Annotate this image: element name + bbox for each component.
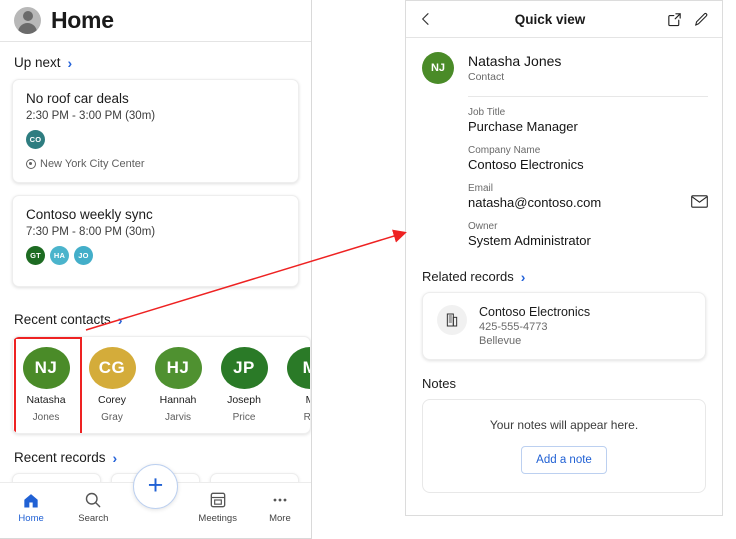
contact-item-natasha-jones[interactable]: NJ Natasha Jones [13,337,82,433]
nav-item-more[interactable]: More [249,490,311,524]
person-avatar-icon[interactable] [14,7,41,34]
location-pin-icon [26,159,36,169]
field-value: System Administrator [468,233,591,248]
field-job-title: Job Title Purchase Manager [468,107,708,134]
create-new-button[interactable]: + [133,464,178,509]
nav-item-meetings[interactable]: Meetings [187,490,249,524]
contact-last-name: Ro [303,412,311,423]
field-label: Job Title [468,107,506,118]
screenshot-stage: Home Up next › No roof car deals 2:30 PM… [0,0,736,539]
contact-first-name: Hannah [159,394,197,407]
up-next-label: Up next [14,55,61,70]
contact-name: Natasha Jones [468,53,562,69]
add-note-button[interactable]: Add a note [521,446,607,474]
meeting-time: 2:30 PM - 3:00 PM (30m) [26,110,156,122]
nav-label-search: Search [78,513,109,524]
field-value: Purchase Manager [468,119,578,134]
related-record-card[interactable]: Contoso Electronics 425-555-4773 Bellevu… [422,292,706,360]
building-icon [437,305,467,335]
chevron-left-icon[interactable] [418,11,434,27]
recent-records-label: Recent records [14,450,106,465]
home-screen-panel: Home Up next › No roof car deals 2:30 PM… [0,0,312,539]
related-record-phone: 425-555-4773 [479,321,548,333]
nav-item-home[interactable]: Home [0,490,62,524]
field-email: Email natasha@contoso.com [468,183,708,210]
related-record-title: Contoso Electronics [479,305,591,319]
contact-last-name: Price [232,412,256,423]
meeting-title: No roof car deals [26,91,129,106]
contact-avatar: M [286,347,310,390]
contact-first-name: Natasha [26,394,66,407]
more-icon [273,498,287,502]
page-title: Home [51,7,114,33]
field-label: Company Name [468,145,541,156]
contact-last-name: Gray [101,412,123,423]
open-in-new-icon[interactable] [666,11,683,28]
field-owner: Owner System Administrator [468,221,708,248]
contact-entity-type: Contact [468,71,505,84]
field-company-name: Company Name Contoso Electronics [468,145,708,172]
contact-first-name: M [306,394,310,407]
chevron-right-icon: › [117,311,123,328]
quick-view-header: Quick view [406,1,722,38]
field-value: natasha@contoso.com [468,195,602,210]
meeting-location-label: New York City Center [40,158,145,170]
contact-summary: NJ Natasha Jones Contact [406,38,722,96]
notes-empty-state: Your notes will appear here. Add a note [422,399,706,493]
recent-contacts-label: Recent contacts [14,312,111,327]
contact-avatar: JP [220,347,268,390]
chevron-right-icon: › [67,54,73,71]
meeting-card[interactable]: Contoso weekly sync 7:30 PM - 8:00 PM (3… [12,195,299,287]
chevron-right-icon: › [520,268,526,285]
nav-label-meetings: Meetings [198,513,237,524]
contact-first-name: Joseph [227,394,261,407]
notes-empty-text: Your notes will appear here. [489,418,639,432]
section-header-up-next[interactable]: Up next › [0,42,311,79]
contact-item-joseph-price[interactable]: JP Joseph Price [211,347,277,424]
home-header: Home [0,0,311,42]
nav-label-home: Home [18,513,44,524]
recent-contacts-strip: NJ Natasha Jones CG Corey Gray HJ Hannah… [12,336,311,434]
contact-avatar: CG [88,347,136,390]
meeting-card[interactable]: No roof car deals 2:30 PM - 3:00 PM (30m… [12,79,299,183]
section-header-notes: Notes [422,376,456,391]
contact-first-name: Corey [97,394,126,407]
contact-item-hannah-jarvis[interactable]: HJ Hannah Jarvis [145,347,211,424]
contact-avatar: NJ [422,52,454,84]
contact-avatar: HJ [154,347,202,390]
chevron-right-icon: › [112,449,118,466]
meeting-title: Contoso weekly sync [26,207,153,222]
home-icon [24,494,38,508]
field-label: Owner [468,221,498,232]
quick-view-body: NJ Natasha Jones Contact Job Title Purch… [406,38,722,493]
quick-view-panel: Quick view NJ Natasha Jones Contact Job … [405,0,723,516]
related-records-label: Related records [422,269,514,284]
field-value: Contoso Electronics [468,157,584,172]
contact-avatar: NJ [22,347,70,390]
pencil-edit-icon[interactable] [693,11,710,28]
search-icon [86,492,101,508]
contact-last-name: Jones [32,412,60,423]
field-label: Email [468,183,494,194]
section-header-related-records[interactable]: Related records › [406,259,722,292]
meeting-location: New York City Center [26,158,285,170]
nav-item-search[interactable]: Search [62,490,124,524]
section-header-recent-contacts[interactable]: Recent contacts › [0,299,311,336]
attendee-list: GT HA JO [26,246,285,265]
contact-item-partial[interactable]: M M Ro [277,347,311,424]
attendee-avatar[interactable]: HA [50,246,69,265]
attendee-avatar[interactable]: JO [74,246,93,265]
contact-fields: Job Title Purchase Manager Company Name … [468,96,708,248]
quick-view-title: Quick view [514,11,586,27]
meeting-time: 7:30 PM - 8:00 PM (30m) [26,226,156,238]
attendee-avatar[interactable]: CO [26,130,45,149]
contact-item-corey-gray[interactable]: CG Corey Gray [79,347,145,424]
contact-last-name: Jarvis [164,412,192,423]
envelope-icon[interactable] [691,195,708,208]
attendee-avatar[interactable]: GT [26,246,45,265]
nav-label-more: More [269,513,291,524]
attendee-list: CO [26,130,285,149]
meetings-icon [210,492,226,508]
related-record-city: Bellevue [479,335,522,347]
